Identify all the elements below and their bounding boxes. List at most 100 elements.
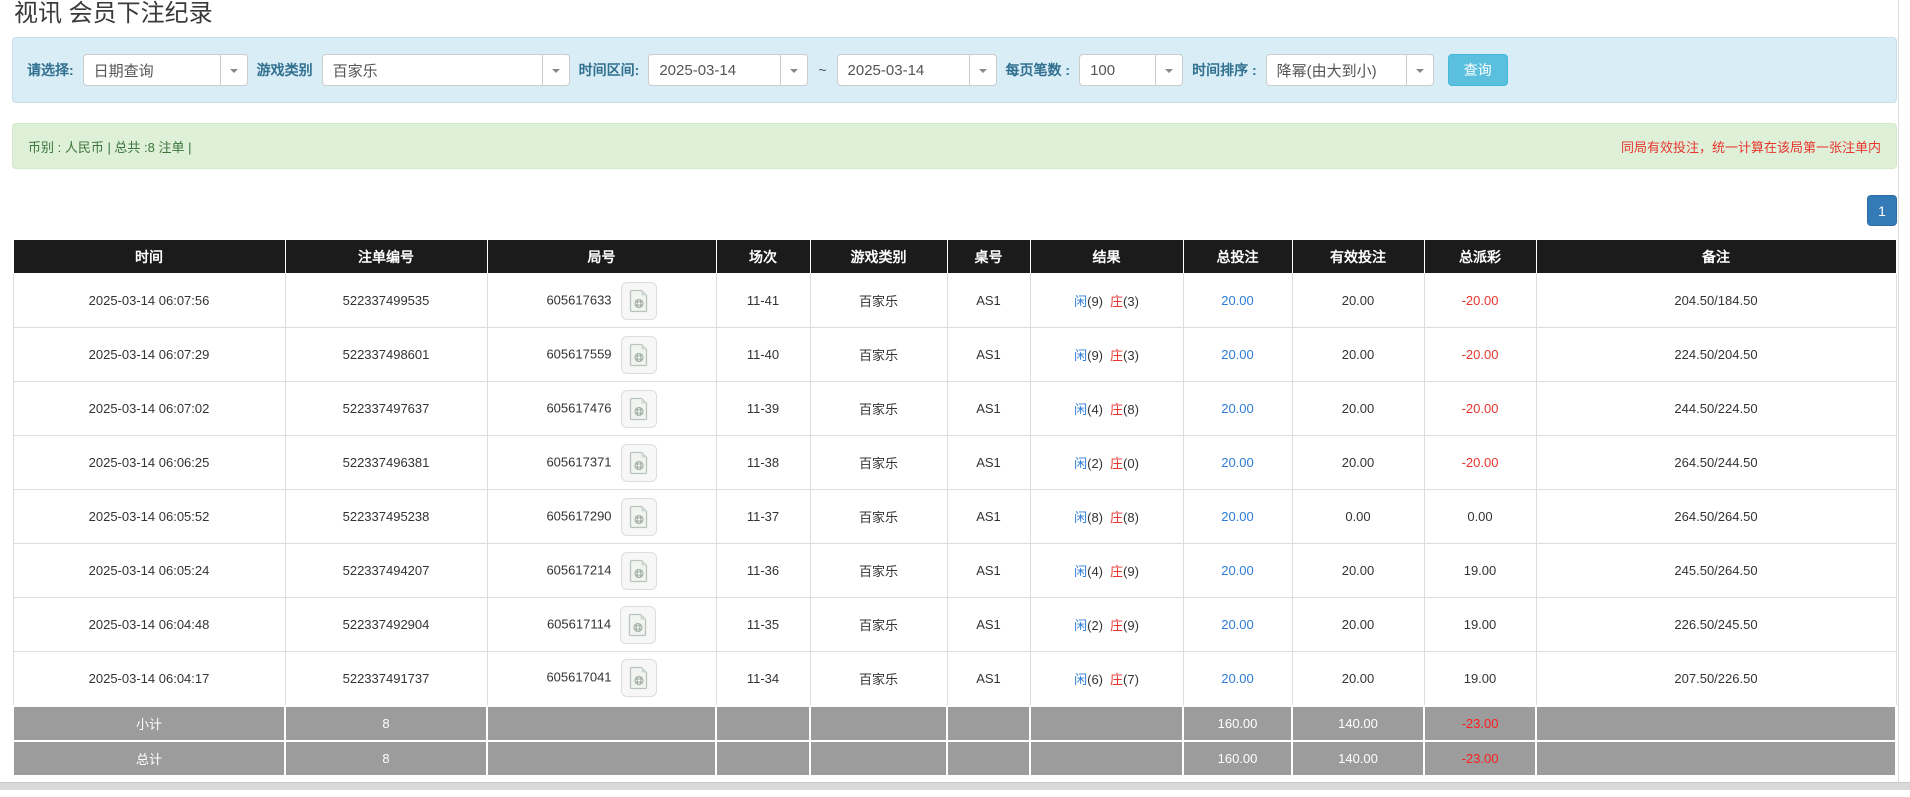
total-bet-link[interactable]: 20.00 [1221,455,1254,470]
banker-score: (3) [1123,348,1139,363]
video-replay-button[interactable] [620,606,656,644]
bet-id: 522337492904 [285,598,487,652]
time-sort-select[interactable]: 降幂(由大到小) [1266,54,1434,86]
total-bet-link[interactable]: 20.00 [1221,509,1254,524]
total-total-bet: 160.00 [1183,741,1292,776]
total-bet-link[interactable]: 20.00 [1221,293,1254,308]
total-bet-cell: 20.00 [1183,274,1292,328]
table-row: 2025-03-14 06:07:02 522337497637 6056174… [13,382,1896,436]
per-page-value: 100 [1080,62,1125,79]
time-sort-label: 时间排序 : [1192,60,1257,80]
total-bet-cell: 20.00 [1183,598,1292,652]
video-replay-button[interactable] [621,498,657,536]
table-row: 2025-03-14 06:04:17 522337491737 6056170… [13,652,1896,706]
col-header-time: 时间 [13,240,285,274]
banker-result: 庄 [1110,564,1123,579]
filter-bar: 请选择: 日期查询 游戏类别 百家乐 时间区间: 2025-03-14 ~ 20… [12,37,1897,103]
col-header-game: 游戏类别 [810,240,947,274]
col-header-round: 局号 [487,240,716,274]
round-cell: 605617371 [487,436,716,490]
total-bet-link[interactable]: 20.00 [1221,671,1254,686]
per-page-label: 每页笔数 : [1006,60,1071,80]
valid-bet: 20.00 [1292,652,1424,706]
date-to-value: 2025-03-14 [838,62,935,79]
banker-result: 庄 [1110,672,1123,687]
total-bet-link[interactable]: 20.00 [1221,347,1254,362]
video-replay-button[interactable] [621,390,657,428]
game-type: 百家乐 [810,652,947,706]
banker-result: 庄 [1110,402,1123,417]
banker-score: (9) [1123,618,1139,633]
payout: -20.00 [1424,274,1536,328]
bet-id: 522337499535 [285,274,487,328]
player-result: 闲 [1074,564,1087,579]
total-count: 8 [285,741,487,776]
col-header-table: 桌号 [947,240,1030,274]
player-result: 闲 [1074,672,1087,687]
banker-result: 庄 [1110,510,1123,525]
per-page-select[interactable]: 100 [1079,54,1183,86]
valid-bet: 20.00 [1292,274,1424,328]
valid-bet-notice: 同局有效投注，统一计算在该局第一张注单内 [1621,137,1881,156]
round-id: 605617214 [546,562,611,577]
round-cell: 605617041 [487,652,716,706]
bet-id: 522337495238 [285,490,487,544]
round-cell: 605617214 [487,544,716,598]
bet-id: 522337494207 [285,544,487,598]
banker-result: 庄 [1110,618,1123,633]
total-bet-cell: 20.00 [1183,544,1292,598]
total-bet-link[interactable]: 20.00 [1221,617,1254,632]
remark: 226.50/245.50 [1536,598,1896,652]
valid-bet: 20.00 [1292,544,1424,598]
round-id: 605617476 [546,400,611,415]
date-to-input[interactable]: 2025-03-14 [837,54,997,86]
col-header-payout: 总派彩 [1424,240,1536,274]
result-cell: 闲(4)庄(9) [1030,544,1183,598]
remark: 245.50/264.50 [1536,544,1896,598]
table-no: AS1 [947,490,1030,544]
query-type-select[interactable]: 日期查询 [83,54,248,86]
bet-id: 522337497637 [285,382,487,436]
summary-bar: 币别 : 人民币 | 总共 :8 注单 | 同局有效投注，统一计算在该局第一张注… [12,123,1897,169]
search-button[interactable]: 查询 [1448,54,1508,86]
date-from-input[interactable]: 2025-03-14 [648,54,808,86]
video-replay-button[interactable] [621,336,657,374]
player-result: 闲 [1074,348,1087,363]
round-id: 605617114 [547,616,611,631]
page-title: 视讯 会员下注纪录 [14,0,1897,28]
video-file-icon [629,397,649,421]
player-score: (6) [1087,672,1103,687]
total-bet-cell: 20.00 [1183,652,1292,706]
total-bet-cell: 20.00 [1183,490,1292,544]
table-row: 2025-03-14 06:05:24 522337494207 6056172… [13,544,1896,598]
round-id: 605617290 [546,508,611,523]
round-cell: 605617290 [487,490,716,544]
payout: 0.00 [1424,490,1536,544]
game-type: 百家乐 [810,436,947,490]
game-type: 百家乐 [810,274,947,328]
total-bet-link[interactable]: 20.00 [1221,401,1254,416]
col-header-remark: 备注 [1536,240,1896,274]
video-file-icon [629,289,649,313]
game-type-select[interactable]: 百家乐 [322,54,570,86]
video-replay-button[interactable] [621,659,657,697]
subtotal-valid-bet: 140.00 [1292,706,1424,741]
result-cell: 闲(2)庄(0) [1030,436,1183,490]
game-type-label: 游戏类别 [257,60,313,80]
page-1-button[interactable]: 1 [1867,195,1897,226]
round-cell: 605617633 [487,274,716,328]
table-no: AS1 [947,328,1030,382]
table-no: AS1 [947,382,1030,436]
video-file-icon [629,343,649,367]
video-replay-button[interactable] [621,552,657,590]
round-id: 605617371 [546,454,611,469]
time-range-label: 时间区间: [579,60,640,80]
time-sort-value: 降幂(由大到小) [1267,60,1387,81]
result-cell: 闲(4)庄(8) [1030,382,1183,436]
video-replay-button[interactable] [621,282,657,320]
total-bet-link[interactable]: 20.00 [1221,563,1254,578]
scrollbar-vertical-track[interactable] [1898,0,1899,782]
video-replay-button[interactable] [621,444,657,482]
banker-score: (8) [1123,402,1139,417]
scrollbar-horizontal-track[interactable] [0,782,1910,790]
